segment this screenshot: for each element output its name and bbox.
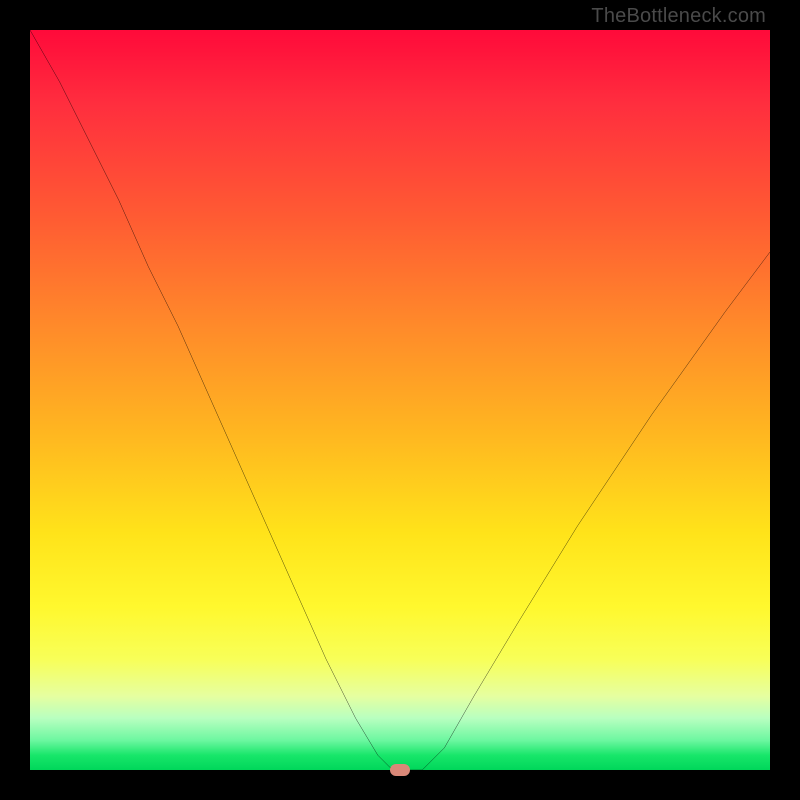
minimum-marker-icon — [390, 764, 410, 776]
watermark-label: TheBottleneck.com — [591, 6, 766, 26]
plot-area — [30, 30, 770, 770]
bottleneck-curve — [30, 30, 770, 770]
chart-frame: TheBottleneck.com — [0, 0, 800, 800]
